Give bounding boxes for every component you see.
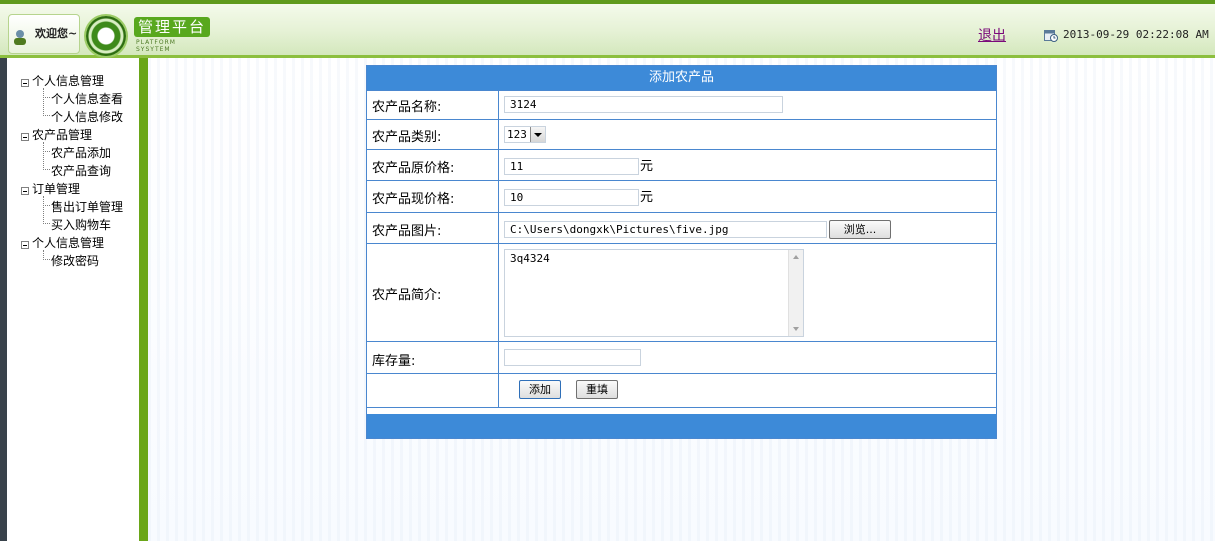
- tree-connector: [43, 88, 44, 116]
- sidebar-divider[interactable]: [139, 58, 148, 541]
- submit-button[interactable]: 添加: [519, 380, 561, 399]
- nav-group-personal-info[interactable]: 个人信息管理: [32, 72, 104, 89]
- product-image-label: 农产品图片:: [372, 224, 442, 239]
- chevron-down-icon[interactable]: [530, 127, 545, 142]
- row-divider: [367, 90, 996, 91]
- platform-logo: 管理平台 PLATFORM SYSYTEM: [134, 17, 210, 53]
- original-price-unit: 元: [640, 159, 654, 174]
- row-divider: [367, 243, 996, 244]
- original-price-input[interactable]: 11: [504, 158, 639, 175]
- column-divider: [498, 91, 499, 407]
- textarea-scrollbar[interactable]: [788, 250, 803, 336]
- original-price-label: 农产品原价格:: [372, 161, 455, 176]
- current-price-input[interactable]: 10: [504, 189, 639, 206]
- top-header: 欢迎您~ 管理平台 PLATFORM SYSYTEM 退出 2013-09-29…: [0, 0, 1215, 58]
- nav-group-personal-info-2[interactable]: 个人信息管理: [32, 234, 104, 251]
- tree-connector: [43, 205, 50, 206]
- nav-item-add-product[interactable]: 农产品添加: [51, 144, 111, 161]
- tree-connector: [43, 196, 44, 224]
- calendar-clock-icon: [1044, 30, 1058, 42]
- stock-input[interactable]: [504, 349, 641, 366]
- product-category-select[interactable]: 123: [504, 126, 546, 143]
- logo-icon: [86, 16, 126, 56]
- tree-connector: [43, 115, 50, 116]
- form-title: 添加农产品: [367, 66, 996, 90]
- nav-item-query-product[interactable]: 农产品查询: [51, 162, 111, 179]
- current-price-label: 农产品现价格:: [372, 192, 455, 207]
- sidebar: 个人信息管理 个人信息查看 个人信息修改 农产品管理 农产品添加 农产品查询 订…: [7, 58, 139, 541]
- logout-link[interactable]: 退出: [978, 25, 1006, 45]
- product-desc-label: 农产品简介:: [372, 288, 442, 303]
- tree-connector: [43, 169, 50, 170]
- user-icon: [14, 30, 26, 45]
- welcome-badge: 欢迎您~: [8, 14, 80, 54]
- product-desc-text: 3q4324: [510, 252, 550, 265]
- collapse-icon[interactable]: [21, 241, 29, 249]
- stock-label: 库存量:: [372, 354, 416, 369]
- reset-button[interactable]: 重填: [576, 380, 618, 399]
- row-divider: [367, 212, 996, 213]
- tree-connector: [43, 223, 50, 224]
- product-name-input[interactable]: 3124: [504, 96, 783, 113]
- scroll-arrows-icon: [793, 255, 799, 331]
- nav-group-orders[interactable]: 订单管理: [32, 180, 80, 197]
- welcome-text: 欢迎您~: [35, 27, 78, 40]
- nav-item-change-password[interactable]: 修改密码: [51, 252, 99, 269]
- product-image-file-input[interactable]: C:\Users\dongxk\Pictures\five.jpg: [504, 221, 827, 238]
- nav-group-products[interactable]: 农产品管理: [32, 126, 92, 143]
- row-divider: [367, 119, 996, 120]
- nav-item-edit-info[interactable]: 个人信息修改: [51, 108, 123, 125]
- collapse-icon[interactable]: [21, 133, 29, 141]
- current-price-unit: 元: [640, 190, 654, 205]
- nav-item-sold-orders[interactable]: 售出订单管理: [51, 198, 123, 215]
- nav-item-view-info[interactable]: 个人信息查看: [51, 90, 123, 107]
- row-divider: [367, 149, 996, 150]
- add-product-form: 添加农产品 农产品名称: 3124 农产品类别: 123 农产品原价格: 11 …: [366, 65, 997, 439]
- tree-connector: [43, 259, 50, 260]
- row-divider: [367, 180, 996, 181]
- collapse-icon[interactable]: [21, 187, 29, 195]
- collapse-icon[interactable]: [21, 79, 29, 87]
- header-top-line: [0, 0, 1215, 4]
- product-desc-textarea[interactable]: 3q4324: [504, 249, 804, 337]
- category-selected-value: 123: [507, 128, 527, 141]
- tree-connector: [43, 142, 44, 170]
- tree-connector: [43, 151, 50, 152]
- product-category-label: 农产品类别:: [372, 130, 442, 145]
- product-name-label: 农产品名称:: [372, 100, 442, 115]
- form-footer-bar: [367, 414, 996, 438]
- logo-title: 管理平台: [134, 17, 210, 37]
- row-divider: [367, 407, 996, 408]
- row-divider: [367, 373, 996, 374]
- row-divider: [367, 341, 996, 342]
- browse-button[interactable]: 浏览...: [829, 220, 891, 239]
- tree-connector: [43, 97, 50, 98]
- logo-subtitle: PLATFORM SYSYTEM: [136, 39, 176, 53]
- left-edge-strip: [0, 58, 7, 541]
- datetime-display: 2013-09-29 02:22:08 AM: [1063, 28, 1209, 41]
- nav-item-shopping-cart[interactable]: 买入购物车: [51, 216, 111, 233]
